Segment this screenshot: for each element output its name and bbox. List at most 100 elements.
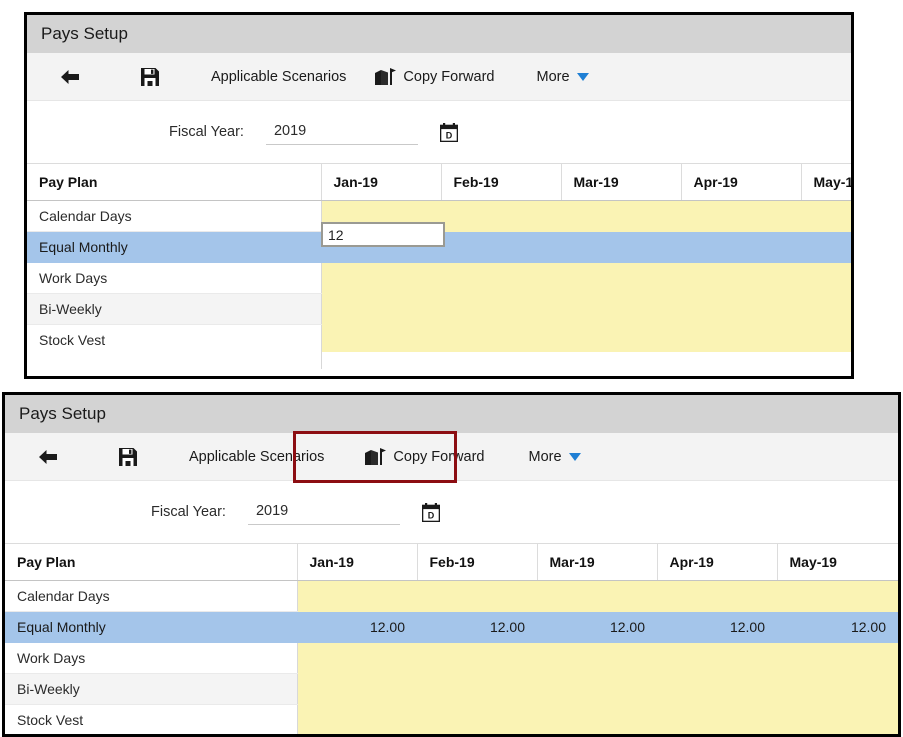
pay-value-cell[interactable] [537, 642, 657, 674]
back-arrow-icon [37, 448, 59, 466]
pay-plan-name-cell[interactable]: Calendar Days [5, 580, 298, 612]
window-title-bottom: Pays Setup [5, 395, 898, 433]
pay-value-cell[interactable] [441, 262, 561, 294]
column-header-feb-19[interactable]: Feb-19 [441, 163, 562, 201]
copy-forward-label: Copy Forward [393, 448, 485, 465]
column-header-pay-plan[interactable]: Pay Plan [27, 163, 322, 201]
copy-forward-icon [364, 447, 387, 467]
table-row[interactable]: Bi-Weekly [27, 293, 851, 325]
pay-plan-name-cell[interactable]: Calendar Days [27, 200, 322, 232]
back-button-top[interactable] [45, 53, 102, 101]
table-row[interactable]: Bi-Weekly [5, 673, 898, 705]
pay-value-cell[interactable]: 12.00 [657, 611, 777, 643]
pay-plan-name-cell[interactable]: Equal Monthly [5, 611, 298, 643]
pay-value-cell[interactable] [417, 642, 537, 674]
column-header-jan-19[interactable]: Jan-19 [297, 543, 418, 581]
copy-forward-label: Copy Forward [403, 68, 495, 85]
table-body: Calendar Days Equal Monthly 12.00 12.00 12.0… [5, 580, 898, 734]
column-header-mar-19[interactable]: Mar-19 [561, 163, 682, 201]
pay-value-cell[interactable]: 12.00 [417, 611, 537, 643]
column-header-apr-19[interactable]: Apr-19 [681, 163, 802, 201]
pay-value-cell[interactable] [801, 262, 851, 294]
toolbar-top: Applicable Scenarios Copy Forward More [27, 53, 851, 101]
pay-value-cell[interactable] [441, 200, 561, 232]
pay-value-cell[interactable] [321, 293, 441, 325]
pay-value-cell[interactable] [777, 673, 898, 705]
pay-plan-name-cell[interactable]: Equal Monthly [27, 231, 322, 263]
column-header-may-19[interactable]: May-19 [801, 163, 851, 201]
pay-value-cell[interactable]: 12.00 [537, 611, 657, 643]
pay-value-cell[interactable] [417, 673, 537, 705]
pay-plan-grid-wrap-top: Pay PlanJan-19Feb-19Mar-19Apr-19May-19 C… [27, 163, 851, 369]
table-row[interactable]: Equal Monthly 12.00 12.00 12.00 12.00 12.00 [5, 611, 898, 643]
column-header-mar-19[interactable]: Mar-19 [537, 543, 658, 581]
pay-value-cell[interactable] [561, 231, 681, 263]
save-floppy-icon [140, 67, 160, 87]
pay-value-cell[interactable] [441, 293, 561, 325]
applicable-scenarios-button-bottom[interactable]: Applicable Scenarios [175, 433, 338, 481]
pay-value-cell[interactable] [681, 200, 801, 232]
pay-value-cell[interactable] [657, 673, 777, 705]
pay-value-cell[interactable] [681, 293, 801, 325]
pay-value-cell[interactable] [657, 580, 777, 612]
pays-setup-window-top: Pays Setup Applicable Scenarios Copy For… [24, 12, 854, 379]
fiscal-year-input-bottom[interactable] [247, 499, 400, 525]
pay-value-cell[interactable] [801, 231, 851, 263]
pay-value-cell[interactable] [537, 580, 657, 612]
more-menu-bottom[interactable]: More [498, 433, 594, 481]
copy-forward-button-bottom[interactable]: Copy Forward [338, 433, 498, 481]
pay-value-cell[interactable] [441, 231, 561, 263]
pay-plan-name-cell[interactable]: Work Days [27, 262, 322, 294]
pay-plan-name-cell[interactable]: Stock Vest [5, 704, 298, 734]
pay-value-cell[interactable] [297, 673, 417, 705]
save-button-top[interactable] [126, 53, 181, 101]
pay-value-cell[interactable] [537, 673, 657, 705]
pay-value-cell[interactable] [681, 262, 801, 294]
pay-value-cell[interactable] [561, 262, 681, 294]
column-header-feb-19[interactable]: Feb-19 [417, 543, 538, 581]
fiscal-year-input-top[interactable] [265, 119, 418, 145]
pay-value-cell[interactable] [561, 293, 681, 325]
pay-plan-name-cell[interactable]: Bi-Weekly [27, 293, 322, 325]
pay-value-cell[interactable] [297, 704, 417, 734]
pay-value-cell[interactable] [561, 200, 681, 232]
cell-editor-input[interactable] [321, 222, 445, 247]
pay-value-cell[interactable] [297, 580, 417, 612]
copy-forward-button-top[interactable]: Copy Forward [360, 53, 508, 101]
column-header-jan-19[interactable]: Jan-19 [321, 163, 442, 201]
chevron-down-icon [568, 452, 581, 461]
pay-plan-name-cell[interactable]: Bi-Weekly [5, 673, 298, 705]
pay-value-cell[interactable] [801, 293, 851, 325]
calendar-date-icon[interactable]: D [421, 502, 440, 522]
applicable-scenarios-button-top[interactable]: Applicable Scenarios [197, 53, 360, 101]
back-button-bottom[interactable] [23, 433, 80, 481]
pay-value-cell[interactable] [777, 704, 898, 734]
pays-setup-window-bottom: Pays Setup Applicable Scenarios Copy For… [2, 392, 901, 737]
pay-value-cell[interactable] [297, 642, 417, 674]
column-header-apr-19[interactable]: Apr-19 [657, 543, 778, 581]
more-menu-top[interactable]: More [508, 53, 602, 101]
pay-value-cell[interactable]: 12.00 [297, 611, 417, 643]
table-row[interactable]: Work Days [5, 642, 898, 674]
pay-value-cell[interactable] [537, 704, 657, 734]
table-row[interactable]: Calendar Days [5, 580, 898, 612]
column-header-pay-plan[interactable]: Pay Plan [5, 543, 298, 581]
table-row[interactable]: Stock Vest [5, 704, 898, 734]
column-header-may-19[interactable]: May-19 [777, 543, 898, 581]
pay-value-cell[interactable] [777, 580, 898, 612]
pay-value-cell[interactable] [801, 200, 851, 232]
calendar-date-icon[interactable]: D [439, 122, 458, 142]
pay-value-cell[interactable] [777, 642, 898, 674]
pay-value-cell[interactable] [417, 580, 537, 612]
pay-value-cell[interactable] [417, 704, 537, 734]
pay-value-cell[interactable] [657, 642, 777, 674]
pay-value-cell[interactable] [681, 231, 801, 263]
pay-value-cell[interactable]: 12.00 [777, 611, 898, 643]
pay-value-cell[interactable] [657, 704, 777, 734]
pay-value-cell[interactable] [321, 262, 441, 294]
pay-plan-name-cell[interactable]: Stock Vest [27, 324, 322, 356]
save-button-bottom[interactable] [104, 433, 159, 481]
table-row[interactable]: Work Days [27, 262, 851, 294]
more-label: More [536, 68, 570, 85]
pay-plan-name-cell[interactable]: Work Days [5, 642, 298, 674]
